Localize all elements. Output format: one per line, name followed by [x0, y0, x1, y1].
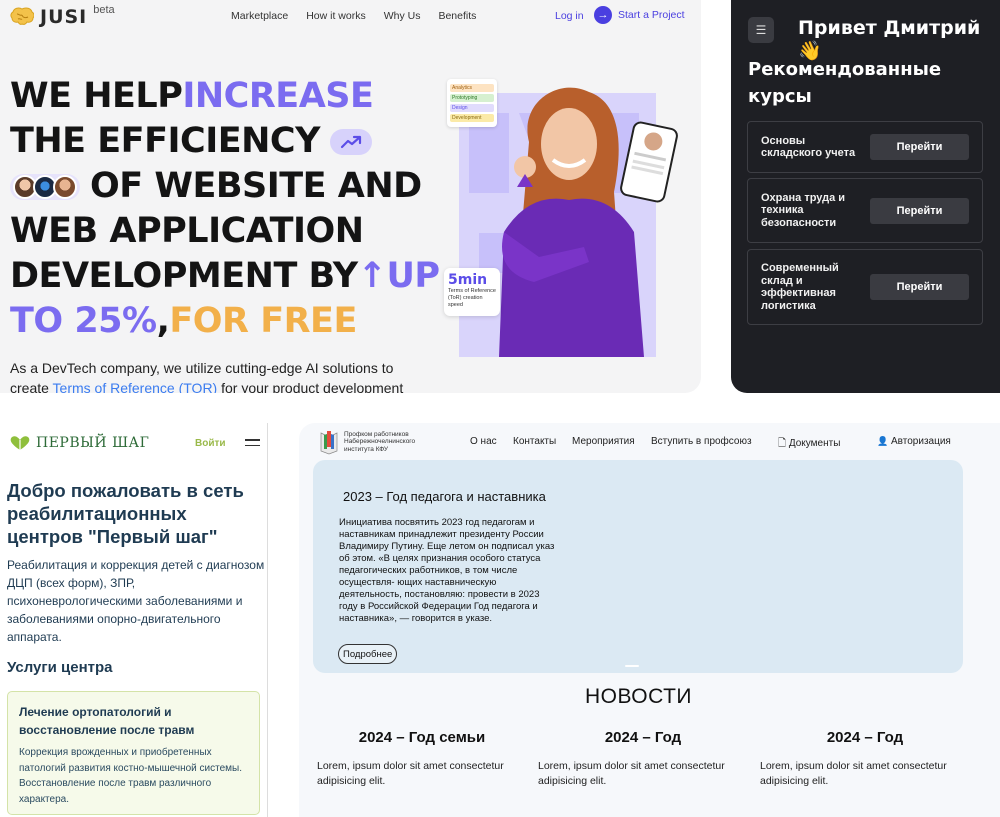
person-image [499, 87, 644, 357]
course-go-button[interactable]: Перейти [870, 274, 969, 300]
course-title: Современный склад и эффективная логистик… [761, 262, 839, 312]
nav-why-us[interactable]: Why Us [384, 10, 421, 22]
hero-free: FOR FREE [169, 301, 357, 341]
service-title: Лечение ортопатологий и восстановление п… [19, 705, 195, 737]
heart-leaf-icon [10, 436, 30, 450]
stat-badge: 5min Terms of Reference (ToR) creation s… [444, 268, 500, 316]
arrow-right-icon: → [594, 6, 612, 24]
tag-design: Design [450, 104, 494, 112]
nav-contacts[interactable]: Контакты [513, 436, 556, 447]
news-title: 2024 – Год [604, 729, 682, 746]
hero-highlight: INCREASE [182, 76, 374, 116]
tag-development: Development [450, 114, 494, 122]
service-text: Коррекция врожденных и приобретенных пат… [19, 747, 242, 805]
hamburger-icon[interactable] [245, 439, 260, 450]
stat-label: Terms of Reference (ToR) creation speed [448, 288, 496, 308]
profkom-logo-text: Профком работников Набережночелнинского … [344, 430, 416, 453]
nav-events[interactable]: Мероприятия [572, 436, 635, 447]
services-heading: Услуги центра [7, 659, 113, 676]
book-flag-icon [320, 431, 338, 455]
news-text: Lorem, ipsum dolor sit amet consectetur … [538, 760, 725, 787]
hero-heading: WE HELP INCREASE THE EFFICIENCY OF WEBSI… [10, 74, 440, 344]
courses-panel: ☰ Привет Дмитрий 👋 Рекомендованные курсы… [731, 0, 1000, 393]
course-card: Охрана труда и техника безопасности Пере… [747, 178, 983, 243]
subtitle-text: for your product development [217, 380, 404, 393]
course-card: Основы складского учета Перейти [747, 121, 983, 173]
nav-benefits[interactable]: Benefits [438, 10, 476, 22]
hero-slide: 2023 – Год педагога и наставника Инициат… [313, 460, 963, 673]
course-title: Основы складского учета [761, 134, 856, 160]
slide-text: Инициатива посвятить 2023 год педагогам … [339, 517, 555, 624]
brain-icon [10, 7, 34, 25]
tor-link[interactable]: Terms of Reference (TOR) [53, 380, 218, 393]
nav-about[interactable]: О нас [470, 436, 497, 447]
login-link[interactable]: Log in [555, 10, 584, 22]
course-card: Современный склад и эффективная логистик… [747, 249, 983, 325]
documents-link[interactable]: 🗋 Документы [778, 436, 840, 453]
recommended-heading: Рекомендованные курсы [748, 59, 942, 107]
nav-marketplace[interactable]: Marketplace [231, 10, 288, 22]
course-go-button[interactable]: Перейти [870, 197, 969, 224]
subtitle-text: As a DevTech company, we utilize cutting… [10, 360, 394, 376]
trending-up-icon [329, 128, 372, 155]
team-avatars [10, 173, 80, 200]
subtitle-text: create [10, 380, 53, 393]
user-icon: 👤 [877, 436, 889, 446]
hero-text: OF WEBSITE AND [90, 166, 422, 206]
auth-label: Авторизация [891, 436, 951, 447]
hero-highlight: TO 25% [10, 301, 157, 341]
hero-text: , [156, 301, 170, 341]
firststep-logo-text: ПЕРВЫЙ ШАГ [36, 435, 150, 451]
nav-join[interactable]: Вступить в профсоюз [651, 436, 752, 447]
tag-prototyping: Prototyping [450, 94, 494, 102]
firststep-logo[interactable]: ПЕРВЫЙ ШАГ [9, 435, 149, 451]
course-title: Охрана труда и техника безопасности [761, 191, 846, 229]
jusi-logo[interactable]: JUSI beta [10, 4, 115, 28]
profkom-logo[interactable]: Профком работников Набережночелнинского … [318, 429, 424, 455]
document-icon: 🗋 [778, 438, 787, 449]
news-card[interactable]: 2024 – Год семьи Lorem, ipsum dolor sit … [317, 729, 527, 789]
more-button[interactable]: Подробнее [338, 644, 398, 664]
process-tags: Analytics Prototyping Design Development [447, 79, 497, 127]
news-title: 2024 – Год [826, 729, 904, 746]
service-card[interactable]: Лечение ортопатологий и восстановление п… [7, 691, 260, 815]
nav-how-it-works[interactable]: How it works [306, 10, 366, 22]
start-project-button[interactable]: → Start a Project [594, 6, 685, 24]
avatar [53, 174, 77, 199]
hero-text: THE EFFICIENCY [10, 121, 320, 161]
hero-highlight: ↑UP [357, 256, 440, 296]
news-card[interactable]: 2024 – Год Lorem, ipsum dolor sit amet c… [760, 729, 970, 789]
jusi-nav: Marketplace How it works Why Us Benefits [231, 10, 494, 22]
beta-label: beta [93, 4, 115, 16]
news-title: 2024 – Год семьи [358, 729, 486, 746]
start-project-label: Start a Project [618, 9, 685, 21]
slide-title: 2023 – Год педагога и наставника [343, 489, 546, 504]
slider-indicator[interactable] [625, 665, 639, 667]
course-go-button[interactable]: Перейти [870, 134, 969, 160]
hero-subtitle: As a DevTech company, we utilize cutting… [10, 358, 430, 393]
news-text: Lorem, ipsum dolor sit amet consectetur … [317, 760, 504, 787]
jusi-landing: JUSI beta Marketplace How it works Why U… [0, 0, 701, 393]
stat-value: 5min [448, 272, 488, 288]
page-title: Добро пожаловать в сеть реабилитационных… [7, 480, 244, 547]
tag-analytics: Analytics [450, 84, 494, 92]
hero-text: DEVELOPMENT BY [10, 256, 358, 296]
menu-icon[interactable]: ☰ [748, 17, 774, 43]
profkom-page: Профком работников Набережночелнинского … [299, 423, 1000, 817]
news-text: Lorem, ipsum dolor sit amet consectetur … [760, 760, 947, 787]
login-link[interactable]: Войти [195, 438, 226, 449]
documents-label: Документы [788, 438, 841, 449]
hero-text: WEB APPLICATION [10, 211, 364, 251]
news-card[interactable]: 2024 – Год Lorem, ipsum dolor sit amet c… [538, 729, 748, 789]
jusi-logo-text: JUSI [40, 6, 88, 28]
news-heading: НОВОСТИ [584, 685, 693, 708]
auth-link[interactable]: 👤 Авторизация [877, 436, 951, 447]
hero-text: WE HELP [10, 76, 183, 116]
page-description: Реабилитация и коррекция детей с диагноз… [7, 558, 265, 644]
firststep-page: ПЕРВЫЙ ШАГ Войти Добро пожаловать в сеть… [0, 423, 268, 817]
